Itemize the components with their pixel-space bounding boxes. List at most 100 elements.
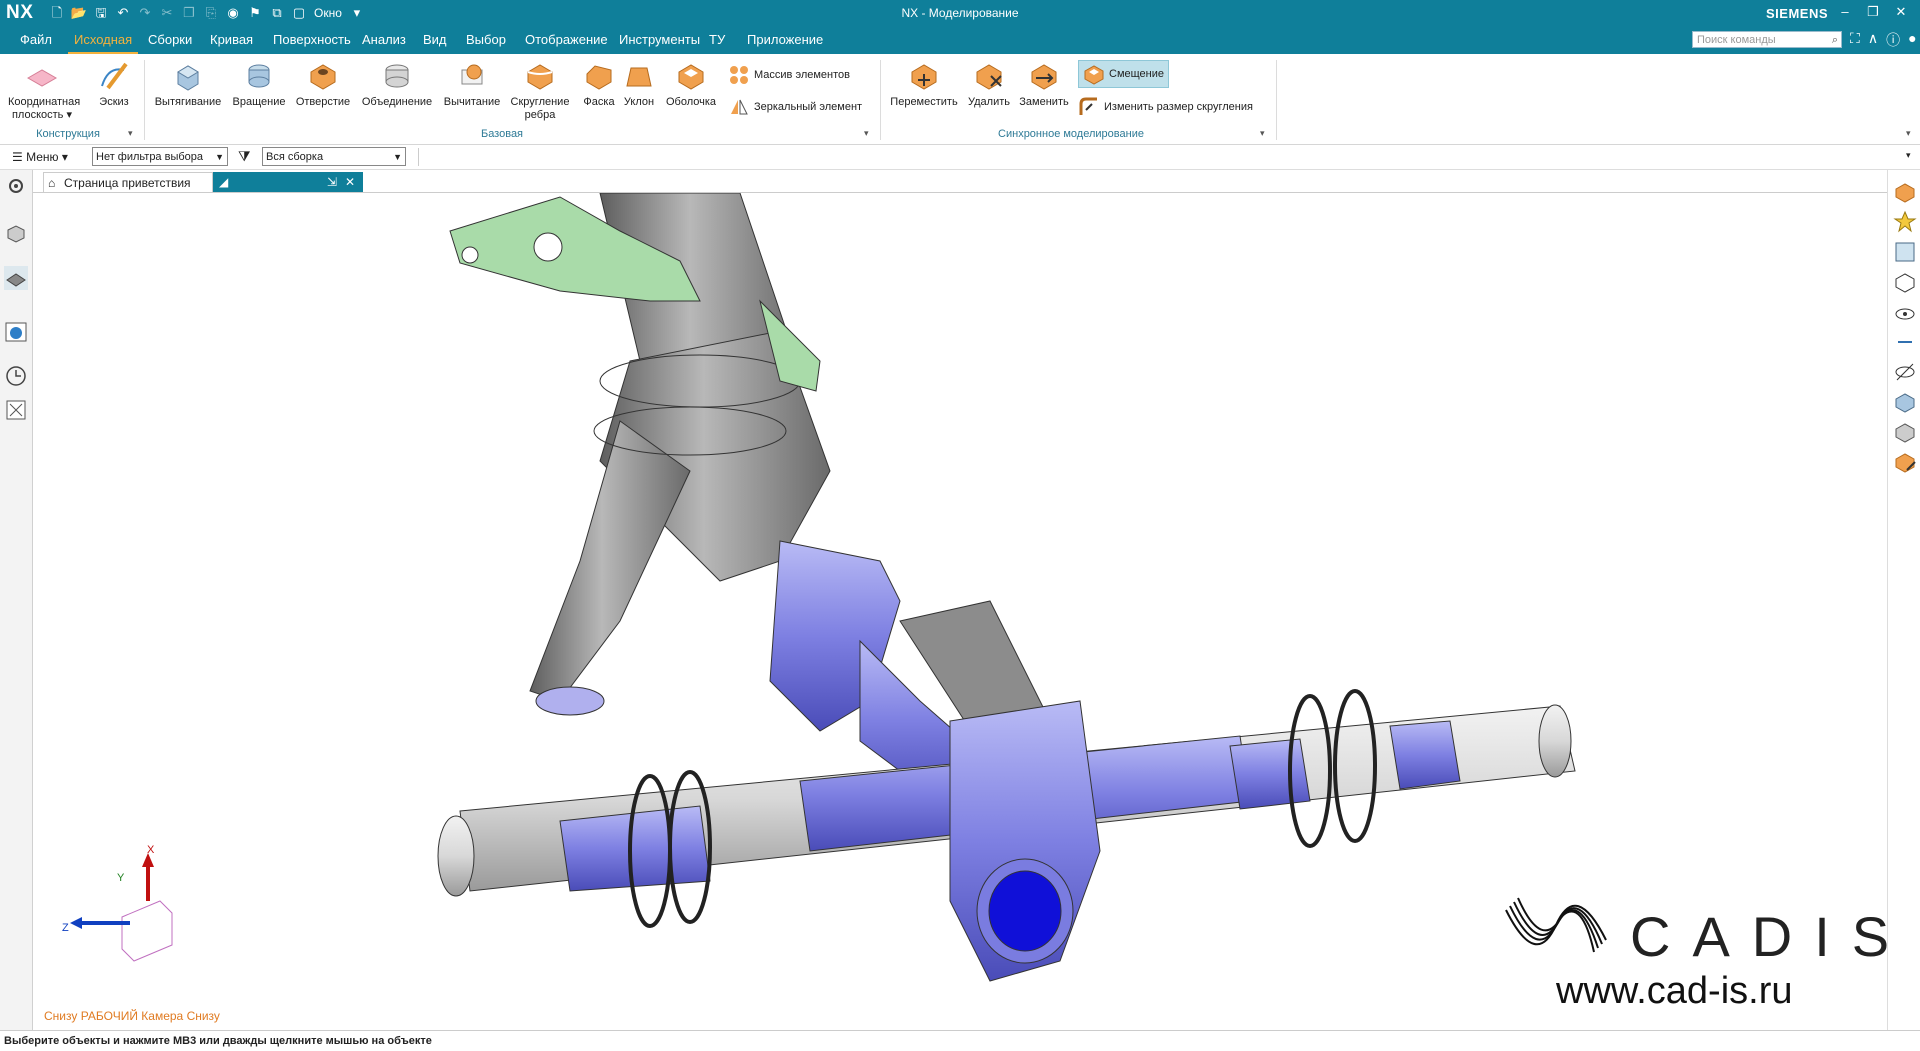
display-mode-icon[interactable] <box>1893 240 1917 264</box>
resize-blend-icon <box>1079 97 1097 115</box>
tab-welcome-page[interactable]: ⌂ Страница приветствия <box>43 172 213 192</box>
group-divider <box>144 60 145 140</box>
group-label-base: Базовая <box>480 128 524 140</box>
edit-object-display-icon[interactable] <box>1893 450 1917 474</box>
cadis-url: www.cad-is.ru <box>1556 970 1793 1012</box>
menu-button[interactable]: ☰ Меню ▾ <box>12 150 68 164</box>
revolve-button[interactable]: Вращение <box>228 60 290 109</box>
status-bar: Выберите объекты и нажмите MB3 или дважд… <box>0 1030 1920 1050</box>
group-more-icon[interactable]: ▾ <box>1260 128 1265 139</box>
close-icon[interactable]: ✕ <box>1892 4 1910 20</box>
pattern-feature-button[interactable]: Массив элементов <box>728 64 850 86</box>
minimize-icon[interactable]: – <box>1836 4 1854 20</box>
tab-assemblies[interactable]: Сборки <box>148 32 192 47</box>
offset-region-button[interactable]: Смещение <box>1078 60 1170 88</box>
mirror-feature-button[interactable]: Зеркальный элемент <box>728 96 862 118</box>
move-face-button[interactable]: Переместить <box>888 60 960 109</box>
shaded-view-icon[interactable] <box>1893 390 1917 414</box>
subtract-button[interactable]: Вычитание <box>440 60 504 109</box>
chevron-down-icon: ▼ <box>393 152 402 162</box>
wireframe-icon[interactable] <box>1893 270 1917 294</box>
edge-blend-label-2: ребра <box>524 109 556 121</box>
unite-label: Объединение <box>361 96 433 108</box>
favorites-icon[interactable] <box>1893 210 1917 234</box>
chamfer-icon <box>586 65 612 90</box>
roles-icon[interactable] <box>4 398 28 422</box>
axle-hub[interactable] <box>949 700 1101 982</box>
datum-plane-label-1: Координатная <box>8 96 81 108</box>
search-placeholder: Поиск команды <box>1697 34 1776 46</box>
tab-tools[interactable]: Инструменты <box>619 32 700 47</box>
chevron-down-icon[interactable]: ▾ <box>66 109 72 121</box>
settings-icon[interactable]: ● <box>1908 30 1916 50</box>
chevron-down-icon[interactable]: ▾ <box>1906 150 1911 161</box>
web-browser-icon[interactable] <box>4 320 28 344</box>
fullscreen-icon[interactable]: ⛶ <box>1850 30 1860 50</box>
triad-y-label: Y <box>117 872 125 884</box>
revolve-label: Вращение <box>232 96 286 108</box>
edge-blend-button[interactable]: Скругление ребра <box>506 60 574 122</box>
tab-model[interactable]: ◢ ⇲ ✕ <box>213 172 363 192</box>
filter-icon[interactable]: ⧩ <box>238 148 251 165</box>
tab-file[interactable]: Файл <box>20 32 52 47</box>
replace-face-button[interactable]: Заменить <box>1016 60 1072 109</box>
group-more-icon[interactable]: ▾ <box>128 128 133 139</box>
resize-blend-label: Изменить размер скругления <box>1104 100 1253 113</box>
delete-face-button[interactable]: Удалить <box>964 60 1014 109</box>
group-label-construction: Конструкция <box>36 128 100 140</box>
window-title: NX - Моделирование <box>901 6 1019 20</box>
tab-surface[interactable]: Поверхность <box>273 32 351 47</box>
orient-view-icon[interactable] <box>1893 180 1917 204</box>
triad-z-label: Z <box>62 922 69 934</box>
command-search-input[interactable]: Поиск команды ⌕ <box>1692 31 1842 48</box>
type-filter-dropdown[interactable]: Нет фильтра выбора ▼ <box>92 147 228 166</box>
tab-home[interactable]: Исходная <box>67 32 139 54</box>
ribbon-options-icon[interactable]: ▾ <box>1906 128 1911 139</box>
close-tab-icon[interactable]: ✕ <box>345 172 355 192</box>
menu-label: Меню <box>26 150 59 164</box>
chevron-down-icon: ▼ <box>215 152 224 162</box>
datum-plane-button[interactable]: Координатная плоскость ▾ <box>8 60 80 122</box>
help-icon[interactable]: ⓘ <box>1886 30 1900 50</box>
group-more-icon[interactable]: ▾ <box>864 128 869 139</box>
part-navigator-icon[interactable] <box>4 222 28 246</box>
edge-blend-label-1: Скругление <box>510 96 570 108</box>
restore-icon[interactable]: ❐ <box>1864 4 1882 20</box>
move-face-label: Переместить <box>890 96 958 108</box>
sketch-button[interactable]: Эскиз <box>94 60 134 109</box>
toolbar-divider <box>418 148 419 166</box>
move-face-icon <box>911 64 937 90</box>
hole-label: Отверстие <box>295 96 351 108</box>
hide-icon[interactable] <box>1893 360 1917 384</box>
collapse-ribbon-icon[interactable]: ∧ <box>1868 30 1878 50</box>
shell-icon <box>678 64 704 90</box>
tab-curve[interactable]: Кривая <box>210 32 253 47</box>
settings-gear-icon[interactable] <box>4 174 28 198</box>
tab-application[interactable]: Приложение <box>747 32 823 47</box>
history-icon[interactable] <box>4 364 28 388</box>
tab-analysis[interactable]: Анализ <box>362 32 406 47</box>
shell-button[interactable]: Оболочка <box>662 60 720 109</box>
unite-button[interactable]: Объединение <box>358 60 436 109</box>
chamfer-button[interactable]: Фаска <box>580 60 618 109</box>
tab-pmi[interactable]: ТУ <box>709 32 725 47</box>
section-view-icon[interactable] <box>1893 420 1917 444</box>
draft-label: Уклон <box>623 96 655 108</box>
assembly-navigator-icon[interactable] <box>4 266 28 290</box>
revolve-icon <box>248 64 270 88</box>
resize-blend-button[interactable]: Изменить размер скругления <box>1078 96 1253 118</box>
show-hide-icon[interactable] <box>1893 300 1917 324</box>
undock-icon[interactable]: ⇲ <box>327 172 337 192</box>
mirror-feature-label: Зеркальный элемент <box>754 100 863 113</box>
hole-button[interactable]: Отверстие <box>292 60 354 109</box>
draft-button[interactable]: Уклон <box>620 60 658 109</box>
group-label-synchronous: Синхронное моделирование <box>998 128 1144 140</box>
chamfer-label: Фаска <box>583 96 615 108</box>
selection-scope-dropdown[interactable]: Вся сборка ▼ <box>262 147 406 166</box>
tab-render[interactable]: Отображение <box>525 32 608 47</box>
selection-scope-value: Вся сборка <box>266 151 324 163</box>
tab-view[interactable]: Вид <box>423 32 447 47</box>
search-icon[interactable]: ⌕ <box>1832 32 1838 49</box>
tab-select[interactable]: Выбор <box>466 32 506 47</box>
extrude-button[interactable]: Вытягивание <box>152 60 224 109</box>
